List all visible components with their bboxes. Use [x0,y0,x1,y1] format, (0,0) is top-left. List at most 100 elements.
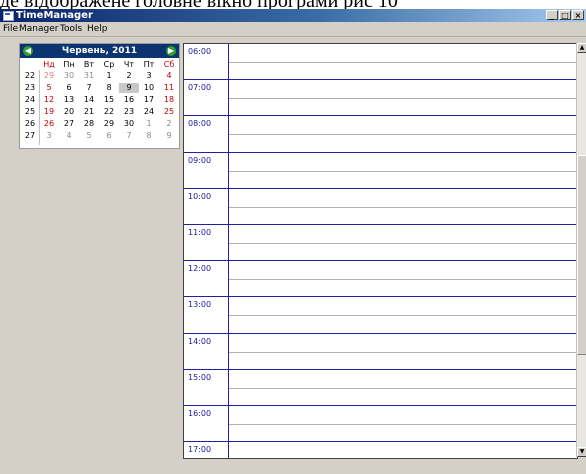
maximize-button[interactable]: □ [559,10,571,20]
calendar-day[interactable]: 9 [159,131,179,141]
scroll-up-button[interactable]: ▲ [577,43,586,53]
scroll-down-button[interactable]: ▼ [577,447,586,457]
calendar-day[interactable]: 1 [99,71,119,81]
month-calendar: ◀ Червень, 2011 ▶ Нд Пн Вт Ср Чт Пт Сб 22 29 30 3… [19,43,180,149]
calendar-day[interactable]: 12 [39,95,59,105]
calendar-day[interactable]: 21 [79,107,99,117]
weekday-label: Пт [143,60,155,69]
time-label: 12:00 [188,264,212,274]
calendar-day[interactable]: 2 [159,119,179,129]
time-slot[interactable]: 12:00 [184,260,577,298]
weekday-label: Ср [103,60,115,69]
calendar-day[interactable]: 18 [159,95,179,105]
menu-file[interactable]: File [3,22,18,36]
calendar-day[interactable]: 15 [99,95,119,105]
time-slot[interactable]: 11:00 [184,224,577,261]
time-slot[interactable]: 07:00 [184,79,577,117]
calendar-day[interactable]: 10 [139,83,159,93]
calendar-day[interactable]: 8 [99,83,119,93]
calendar-day[interactable]: 29 [39,71,59,81]
calendar-day[interactable]: 3 [39,131,59,141]
time-slot[interactable]: 08:00 [184,115,577,153]
weekday-label: Нд [43,60,55,69]
time-label: 07:00 [188,83,212,93]
week-number: 22 [24,71,36,80]
calendar-day[interactable]: 27 [59,119,79,129]
calendar-day[interactable]: 14 [79,95,99,105]
day-schedule[interactable]: 06:00 07:00 08:00 09:00 10:00 11:00 12:00 13:00… [183,43,578,459]
calendar-day[interactable]: 9 [119,83,139,93]
time-label: 11:00 [188,228,212,237]
time-slot[interactable]: 16:00 [184,405,577,442]
scroll-thumb[interactable] [577,155,586,355]
calendar-day[interactable]: 30 [119,119,139,129]
weekday-label: Вт [83,60,95,69]
time-slot[interactable]: 14:00 [184,332,577,370]
weekday-label: Чт [123,60,135,69]
calendar-day[interactable]: 26 [39,119,59,129]
calendar-day[interactable]: 17 [139,95,159,105]
time-slot[interactable]: 10:00 [184,187,577,225]
calendar-day[interactable]: 11 [159,83,179,93]
time-label: 16:00 [188,409,212,418]
menu-tools[interactable]: Tools [60,22,82,36]
calendar-day[interactable]: 29 [99,119,119,129]
half-hour-line [229,424,577,425]
schedule-scrollbar[interactable]: ▲ ▼ [576,43,586,457]
calendar-day[interactable]: 4 [59,131,79,141]
calendar-day[interactable]: 2 [119,71,139,81]
weekday-row: Нд Пн Вт Ср Чт Пт Сб [20,60,179,70]
time-label: 14:00 [188,336,212,346]
window-title: TimeManager [16,10,93,21]
next-month-icon[interactable]: ▶ [166,46,176,56]
week-number: 27 [24,131,36,140]
calendar-day[interactable]: 4 [159,71,179,81]
calendar-day[interactable]: 6 [99,131,119,141]
half-hour-line [229,387,577,389]
calendar-day[interactable]: 7 [79,83,99,93]
calendar-day[interactable]: 23 [119,107,139,117]
weeknum-divider [39,70,40,145]
calendar-day[interactable]: 1 [139,119,159,129]
time-label: 15:00 [188,372,212,382]
week-number: 25 [24,107,36,116]
time-slot[interactable]: 15:00 [184,368,577,406]
calendar-day[interactable]: 25 [159,107,179,117]
time-slot[interactable]: 17:00 [184,441,577,458]
calendar-day[interactable]: 19 [39,107,59,117]
calendar-week-row: 24 12 13 14 15 16 17 18 [20,95,179,105]
calendar-day[interactable]: 30 [59,71,79,81]
weekday-label: Сб [163,60,175,69]
menu-help[interactable]: Help [87,22,108,36]
half-hour-line [229,62,577,63]
calendar-day[interactable]: 20 [59,107,79,117]
half-hour-line [229,351,577,353]
calendar-day[interactable]: 28 [79,119,99,129]
menu-manager[interactable]: Manager [19,22,58,36]
time-slot[interactable]: 09:00 [184,151,577,189]
calendar-day[interactable]: 7 [119,131,139,141]
minimize-button[interactable]: _ [546,10,558,20]
time-label: 06:00 [188,47,212,56]
app-icon [3,11,14,21]
calendar-month-year[interactable]: Червень, 2011 [20,44,179,58]
caption-fragment: де відображене головне вікно програми ри… [0,0,586,9]
calendar-day[interactable]: 6 [59,83,79,93]
half-hour-line [229,243,577,244]
calendar-day[interactable]: 13 [59,95,79,105]
time-slot[interactable]: 13:00 [184,296,577,334]
close-button[interactable]: × [572,10,584,20]
calendar-day[interactable]: 5 [79,131,99,141]
calendar-day[interactable]: 16 [119,95,139,105]
half-hour-line [229,206,577,208]
time-slot[interactable]: 06:00 [184,44,577,80]
calendar-day[interactable]: 3 [139,71,159,81]
calendar-day[interactable]: 31 [79,71,99,81]
title-bar: TimeManager _ □ × [0,9,586,22]
calendar-day[interactable]: 5 [39,83,59,93]
week-number: 23 [24,83,36,92]
time-label: 08:00 [188,119,212,129]
calendar-day[interactable]: 22 [99,107,119,117]
calendar-day[interactable]: 8 [139,131,159,141]
calendar-day[interactable]: 24 [139,107,159,117]
